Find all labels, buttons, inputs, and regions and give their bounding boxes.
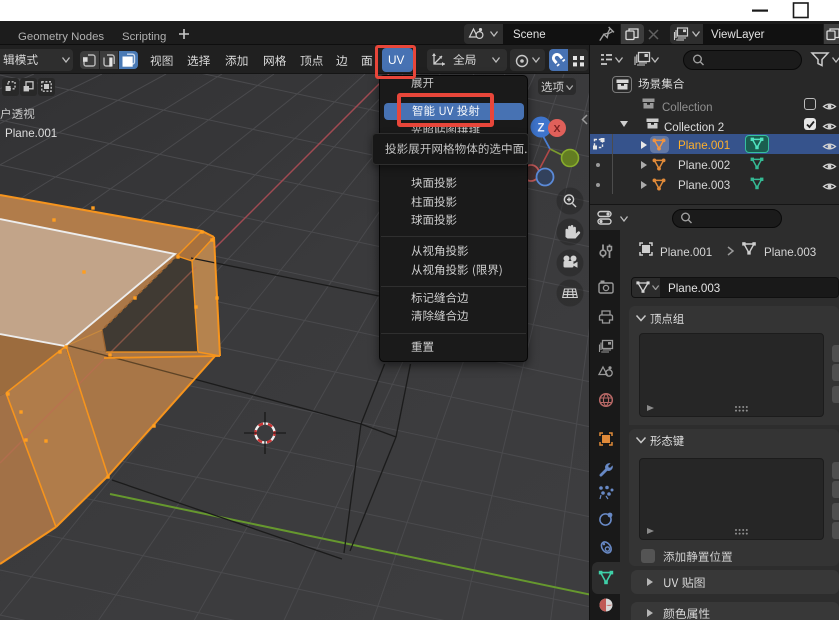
svg-text:Z: Z [537, 123, 544, 135]
svg-text:X: X [553, 123, 560, 135]
